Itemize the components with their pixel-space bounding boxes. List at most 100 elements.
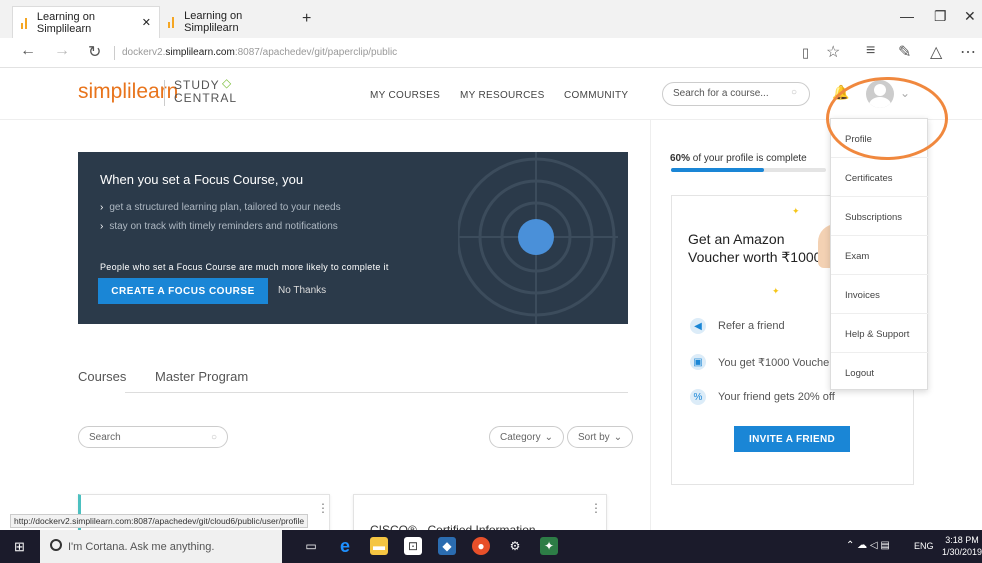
cortana-placeholder: I'm Cortana. Ask me anything.	[68, 540, 215, 553]
favorite-star-icon[interactable]: ☆	[826, 42, 840, 62]
simplilearn-favicon	[168, 16, 178, 28]
settings-icon[interactable]: ⚙	[506, 537, 524, 555]
sparkle-icon: ✦	[772, 286, 780, 296]
sparkle-icon: ✦	[792, 206, 800, 216]
tray-icons[interactable]: ⌃ ☁ ◁ ▤	[846, 540, 890, 551]
search-placeholder: Search for a course...	[673, 88, 769, 99]
menu-item-exam[interactable]: Exam	[831, 236, 929, 275]
share-icon[interactable]: △	[930, 42, 942, 62]
profile-progress-bar	[671, 168, 826, 172]
divider	[114, 46, 115, 60]
cortana-icon	[50, 539, 62, 551]
highlight-annotation	[826, 77, 948, 160]
profile-percent: 60%	[670, 153, 691, 164]
menu-item-invoices[interactable]: Invoices	[831, 275, 929, 314]
sort-dropdown[interactable]: Sort by ⌄	[567, 426, 634, 448]
more-options-icon[interactable]: ⋮	[317, 501, 329, 515]
edge-icon[interactable]: e	[336, 536, 354, 556]
store-icon[interactable]: ⊡	[404, 537, 422, 555]
url-field[interactable]: dockerv2.simplilearn.com:8087/apachedev/…	[122, 47, 397, 58]
search-icon[interactable]: ○	[211, 432, 217, 443]
tab-title: Learning on Simplilearn	[36, 10, 95, 35]
referral-row: % Your friend gets 20% off	[690, 389, 835, 405]
menu-item-subscriptions[interactable]: Subscriptions	[831, 197, 929, 236]
url-domain: simplilearn.com	[165, 47, 235, 58]
chevron-down-icon: ⌄	[544, 431, 553, 443]
browser-tab-inactive[interactable]: Learning on Simplilearn	[160, 6, 290, 38]
tab-courses[interactable]: Courses	[78, 369, 126, 384]
referral-row-text: Refer a friend	[718, 320, 785, 332]
referral-headline: Get an Amazon Voucher worth ₹1000	[688, 231, 822, 265]
back-icon[interactable]: ←	[20, 42, 36, 60]
browser-tab-bar: Learning on Simplilearn ✕ Learning on Si…	[0, 0, 982, 38]
address-bar-row: ← → ↻ dockerv2.simplilearn.com:8087/apac…	[0, 38, 982, 68]
search-placeholder: Search	[89, 431, 121, 443]
bullet-text: get a structured learning plan, tailored…	[109, 202, 341, 213]
clock[interactable]: 3:18 PM 1/30/2019	[942, 534, 982, 558]
referral-row: ◀ Refer a friend	[690, 318, 785, 334]
course-search-input[interactable]: Search for a course... ○	[662, 82, 810, 106]
course-search-field[interactable]: Search ○	[78, 426, 228, 448]
profile-completion-text: 60% of your profile is complete	[670, 153, 807, 164]
tab-title: Learning on Simplilearn	[184, 10, 243, 34]
gift-icon: ▣	[690, 354, 706, 370]
no-thanks-link[interactable]: No Thanks	[278, 285, 326, 296]
language-indicator[interactable]: ENG	[914, 541, 934, 551]
menu-item-logout[interactable]: Logout	[831, 353, 929, 392]
simplilearn-favicon	[21, 17, 31, 29]
clock-date: 1/30/2019	[942, 547, 982, 557]
close-window-icon[interactable]: ✕	[964, 8, 976, 25]
invite-friend-button[interactable]: INVITE A FRIEND	[734, 426, 850, 452]
referral-row-text: You get ₹1000 Voucher	[718, 356, 833, 369]
central-label: CENTRAL	[174, 91, 238, 105]
menu-item-certificates[interactable]: Certificates	[831, 158, 929, 197]
clock-time: 3:18 PM	[945, 535, 979, 545]
more-options-icon[interactable]: ⋮	[590, 501, 602, 515]
new-tab-icon[interactable]: +	[302, 10, 311, 28]
menu-item-help-support[interactable]: Help & Support	[831, 314, 929, 353]
task-view-icon[interactable]: ▭	[302, 537, 320, 555]
hub-icon[interactable]: ≡	[866, 42, 875, 60]
tab-master-program[interactable]: Master Program	[155, 369, 248, 384]
chevron-down-icon: ⌄	[613, 431, 623, 443]
app-icon[interactable]: ◆	[438, 537, 456, 555]
focus-course-banner: When you set a Focus Course, you › get a …	[78, 152, 628, 324]
forward-icon[interactable]: →	[54, 42, 70, 60]
more-icon[interactable]: ⋯	[960, 42, 976, 62]
refresh-icon[interactable]: ↻	[88, 42, 101, 62]
profile-progress-fill	[671, 168, 764, 172]
banner-bullet: › stay on track with timely reminders and…	[100, 221, 338, 232]
maximize-icon[interactable]: ❐	[934, 8, 947, 25]
category-label: Category	[500, 431, 541, 443]
target-icon	[458, 152, 618, 324]
cortana-search-box[interactable]: I'm Cortana. Ask me anything.	[40, 530, 282, 563]
file-explorer-icon[interactable]: ▬	[370, 537, 388, 555]
minimize-icon[interactable]: —	[900, 8, 914, 24]
column-divider	[650, 120, 651, 530]
create-focus-course-button[interactable]: CREATE A FOCUS COURSE	[98, 278, 268, 304]
banner-title: When you set a Focus Course, you	[100, 172, 304, 187]
url-path: :8087/apachedev/git/paperclip/public	[234, 47, 398, 58]
course-card[interactable]: ⋮ CISCO® - Certified Information	[353, 494, 607, 537]
chrome-icon[interactable]: ●	[472, 537, 490, 555]
profile-text: of your profile is complete	[692, 153, 807, 164]
nav-my-courses[interactable]: MY COURSES	[370, 90, 440, 101]
banner-bullet: › get a structured learning plan, tailore…	[100, 202, 341, 213]
status-url: http://dockerv2.simplilearn.com:8087/apa…	[10, 514, 309, 528]
search-icon[interactable]: ○	[791, 87, 797, 98]
megaphone-icon: ◀	[690, 318, 706, 334]
nav-community[interactable]: COMMUNITY	[564, 90, 628, 101]
referral-row-text: Your friend gets 20% off	[718, 391, 835, 403]
tab-close-icon[interactable]: ✕	[142, 16, 151, 29]
category-dropdown[interactable]: Category ⌄	[489, 426, 564, 448]
reading-view-icon[interactable]: ▯	[802, 45, 809, 61]
diamond-icon: ◇	[222, 76, 232, 90]
nav-my-resources[interactable]: MY RESOURCES	[460, 90, 545, 101]
app-icon[interactable]: ✦	[540, 537, 558, 555]
web-note-icon[interactable]: ✎	[898, 42, 911, 62]
windows-start-icon[interactable]: ⊞	[14, 539, 25, 555]
browser-tab-active[interactable]: Learning on Simplilearn ✕	[12, 6, 160, 38]
windows-taskbar: ⊞ I'm Cortana. Ask me anything. ▭ e ▬ ⊡ …	[0, 530, 982, 563]
sort-label: Sort by	[578, 431, 610, 443]
logo-divider	[164, 80, 165, 106]
